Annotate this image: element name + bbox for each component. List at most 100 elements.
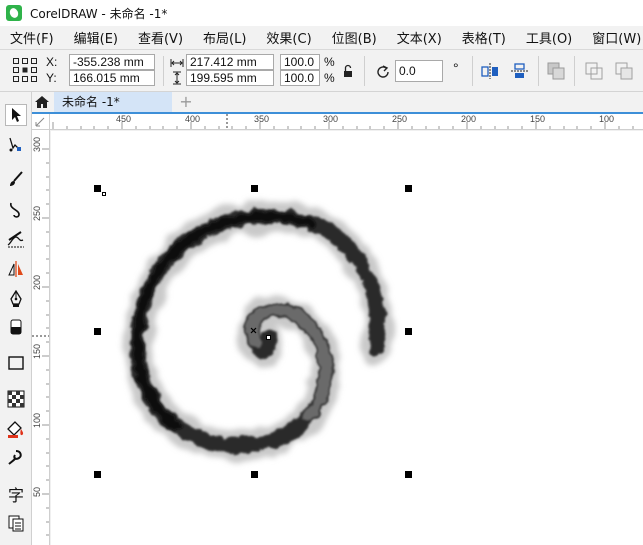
handle-top-right[interactable] bbox=[405, 185, 412, 192]
trim-icon[interactable] bbox=[614, 61, 634, 81]
group-icon[interactable] bbox=[546, 61, 566, 81]
v-tick-100: 100 bbox=[32, 413, 42, 428]
add-tab-button[interactable]: + bbox=[178, 94, 194, 110]
eraser-tool[interactable] bbox=[5, 316, 27, 338]
node-handle[interactable] bbox=[102, 192, 106, 196]
pen-nib-icon bbox=[10, 290, 22, 307]
mirror-tool[interactable] bbox=[5, 258, 27, 280]
document-tab-bar: 未命名 -1* + bbox=[32, 92, 643, 112]
rectangle-tool[interactable] bbox=[5, 352, 27, 374]
menu-view[interactable]: 查看(V) bbox=[128, 28, 193, 47]
rotation-field[interactable]: 0.0 bbox=[395, 60, 443, 82]
degree-symbol: ° bbox=[453, 60, 459, 76]
center-node-handle[interactable] bbox=[266, 335, 271, 340]
freehand-curve-icon bbox=[10, 202, 20, 218]
h-tick-100: 100 bbox=[599, 114, 614, 124]
menu-effects[interactable]: 效果(C) bbox=[256, 28, 321, 47]
width-icon bbox=[170, 59, 184, 67]
rotate-icon bbox=[377, 65, 389, 78]
scale-x-percent: % bbox=[324, 55, 335, 69]
y-position-field[interactable]: 166.015 mm bbox=[69, 70, 155, 86]
width-field[interactable]: 217.412 mm bbox=[186, 54, 274, 70]
horizontal-ruler[interactable]: 450 400 350 300 250 200 150 100 bbox=[50, 114, 643, 130]
text-glyph-icon: 字 bbox=[8, 486, 24, 504]
scale-y-field[interactable]: 100.0 bbox=[280, 70, 320, 86]
symmetry-icon bbox=[8, 261, 23, 277]
property-bar: X: -355.238 mm Y: 166.015 mm 217.412 mm … bbox=[0, 50, 643, 92]
handle-top-left[interactable] bbox=[94, 185, 101, 192]
coreldraw-logo-icon bbox=[6, 5, 22, 21]
h-tick-200: 200 bbox=[461, 114, 476, 124]
weld-icon[interactable] bbox=[584, 61, 604, 81]
reference-point-icon[interactable] bbox=[12, 57, 38, 83]
separator bbox=[538, 56, 539, 86]
eraser-icon bbox=[10, 319, 22, 335]
menu-file[interactable]: 文件(F) bbox=[0, 28, 64, 47]
home-icon bbox=[35, 96, 49, 108]
handle-middle-left[interactable] bbox=[94, 328, 101, 335]
shape-tool[interactable] bbox=[5, 134, 27, 156]
menu-bitmaps[interactable]: 位图(B) bbox=[322, 28, 387, 47]
handle-bottom-right[interactable] bbox=[405, 471, 412, 478]
v-tick-300: 300 bbox=[32, 137, 42, 152]
rectangle-icon bbox=[8, 356, 24, 370]
ruler-origin-icon bbox=[35, 117, 45, 127]
handle-bottom-center[interactable] bbox=[251, 471, 258, 478]
smart-fill-icon bbox=[7, 231, 24, 248]
title-bar: CorelDRAW - 未命名 -1* bbox=[0, 0, 643, 26]
home-tab[interactable] bbox=[32, 92, 52, 112]
h-tick-450: 450 bbox=[116, 114, 131, 124]
interactive-fill-tool[interactable] bbox=[5, 418, 27, 440]
scale-x-field[interactable]: 100.0 bbox=[280, 54, 320, 70]
h-tick-300: 300 bbox=[323, 114, 338, 124]
separator bbox=[472, 56, 473, 86]
table-icon bbox=[8, 515, 24, 532]
separator bbox=[364, 56, 365, 86]
smear-tool[interactable] bbox=[5, 446, 27, 468]
lock-ratio-icon[interactable] bbox=[342, 64, 354, 78]
v-tick-150: 150 bbox=[32, 344, 42, 359]
height-icon bbox=[173, 71, 181, 85]
menu-window[interactable]: 窗口(W) bbox=[582, 28, 643, 47]
pointer-arrow-icon bbox=[12, 108, 21, 122]
ruler-origin[interactable] bbox=[32, 114, 50, 130]
pick-tool[interactable] bbox=[5, 104, 27, 126]
menu-layout[interactable]: 布局(L) bbox=[193, 28, 256, 47]
document-tab[interactable]: 未命名 -1* bbox=[54, 92, 172, 112]
transparency-tool[interactable] bbox=[5, 388, 27, 410]
scale-y-percent: % bbox=[324, 71, 335, 85]
h-tick-350: 350 bbox=[254, 114, 269, 124]
menu-edit[interactable]: 编辑(E) bbox=[64, 28, 128, 47]
ink-spiral-image[interactable] bbox=[122, 201, 394, 461]
smart-drawing-tool[interactable] bbox=[5, 228, 27, 250]
v-tick-200: 200 bbox=[32, 275, 42, 290]
mirror-vertical-icon[interactable] bbox=[510, 62, 530, 80]
height-field[interactable]: 199.595 mm bbox=[186, 70, 274, 86]
v-tick-250: 250 bbox=[32, 206, 42, 221]
v-tick-50: 50 bbox=[32, 487, 42, 497]
pen-tool[interactable] bbox=[5, 288, 27, 310]
table-tool[interactable] bbox=[5, 512, 27, 534]
freehand-tool[interactable] bbox=[5, 198, 27, 220]
separator bbox=[163, 56, 164, 86]
menu-table[interactable]: 表格(T) bbox=[452, 28, 516, 47]
handle-bottom-left[interactable] bbox=[94, 471, 101, 478]
mirror-horizontal-icon[interactable] bbox=[480, 62, 500, 80]
menu-text[interactable]: 文本(X) bbox=[387, 28, 452, 47]
text-tool[interactable]: 字 bbox=[5, 484, 27, 506]
handle-top-center[interactable] bbox=[251, 185, 258, 192]
handle-middle-right[interactable] bbox=[405, 328, 412, 335]
h-tick-250: 250 bbox=[392, 114, 407, 124]
separator bbox=[574, 56, 575, 86]
paint-bucket-icon bbox=[7, 421, 24, 438]
artistic-media-tool[interactable] bbox=[5, 168, 27, 190]
x-position-field[interactable]: -355.238 mm bbox=[69, 54, 155, 70]
vertical-ruler[interactable]: 300 250 200 150 100 50 bbox=[32, 130, 50, 545]
window-title: CorelDRAW - 未命名 -1* bbox=[30, 6, 168, 21]
drawing-canvas[interactable] bbox=[51, 131, 643, 545]
swirl-icon bbox=[8, 450, 22, 465]
svg-text:字: 字 bbox=[8, 486, 24, 504]
y-label: Y: bbox=[46, 71, 57, 85]
menu-bar: 文件(F) 编辑(E) 查看(V) 布局(L) 效果(C) 位图(B) 文本(X… bbox=[0, 26, 643, 50]
menu-tools[interactable]: 工具(O) bbox=[516, 28, 582, 47]
